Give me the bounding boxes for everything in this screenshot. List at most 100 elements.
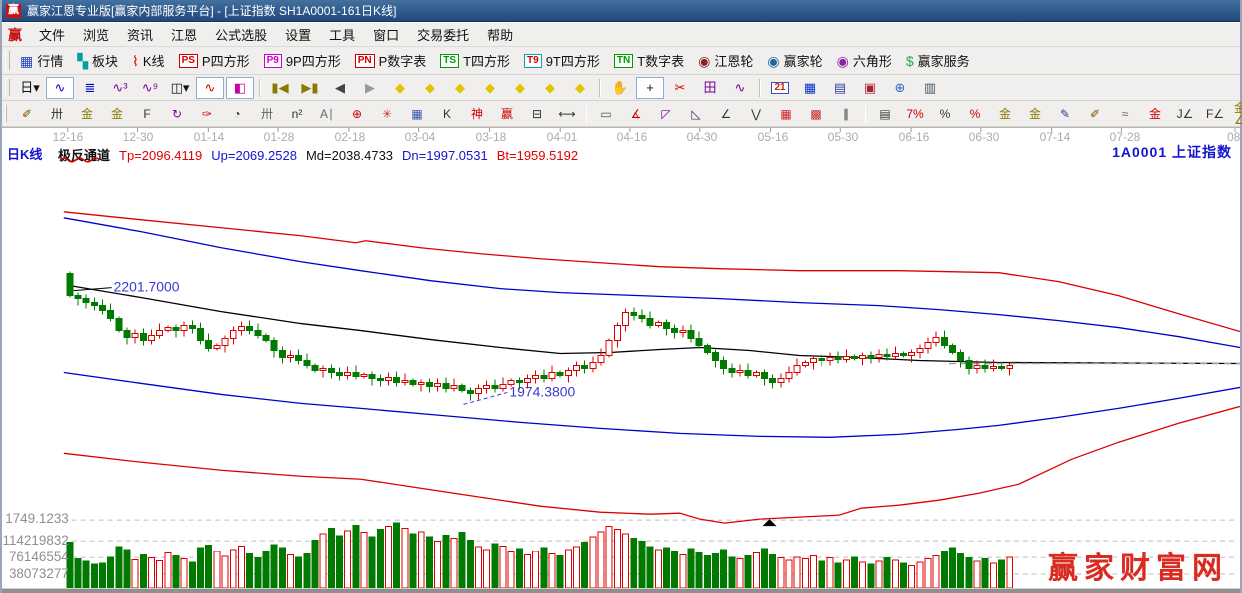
fibonacci-lines-button[interactable]: F — [133, 103, 161, 125]
mirror-line-button[interactable]: A∣ — [313, 103, 341, 125]
quotes-icon: ▦ — [20, 54, 33, 68]
page-back-button[interactable]: ◀ — [326, 77, 354, 99]
menu-item-1[interactable]: 浏览 — [74, 23, 118, 46]
gann-tools-button[interactable]: 田 — [696, 77, 724, 99]
calendar-button[interactable]: 21 — [766, 77, 794, 99]
zigzag-check-button[interactable]: ⋁ — [742, 103, 770, 125]
export-web-button[interactable]: ⊕ — [886, 77, 914, 99]
calculator-button[interactable]: ▦ — [796, 77, 824, 99]
main-wave-button[interactable]: ∿ — [196, 77, 224, 99]
x-axis-ticks — [68, 128, 1235, 132]
red-brush-button[interactable]: ✑ — [193, 103, 221, 125]
menu-item-6[interactable]: 工具 — [320, 23, 364, 46]
fan-lines-button[interactable]: ∡ — [622, 103, 650, 125]
fan-box-button[interactable]: ◸ — [652, 103, 680, 125]
winner-wheel-button[interactable]: ◉赢家轮 — [762, 50, 827, 71]
circle-cross-button[interactable]: ⊕ — [343, 103, 371, 125]
spider-web-button[interactable]: ✳ — [373, 103, 401, 125]
9t-square-button[interactable]: T99T四方形 — [519, 50, 605, 71]
web-grid-button[interactable]: ▦ — [403, 103, 431, 125]
menu-item-0[interactable]: 文件 — [30, 23, 74, 46]
kline-period-button[interactable]: 日▾ — [16, 77, 44, 99]
session-notes-button[interactable]: ▤ — [826, 77, 854, 99]
gold-line-button[interactable]: 金 — [1021, 103, 1049, 125]
span-diamond-button[interactable]: ◆ — [446, 77, 474, 99]
gold-underline-button[interactable]: 金 — [1141, 103, 1169, 125]
save-button[interactable]: ▣ — [856, 77, 884, 99]
draw-brush-button[interactable]: ✐ — [13, 103, 41, 125]
parallel-channel-button[interactable]: ∥ — [832, 103, 860, 125]
quotes-button[interactable]: ▦行情 — [15, 50, 68, 71]
crosshair-tool-button[interactable]: + — [636, 77, 664, 99]
gold-ratio-lines-2-button[interactable]: 金 — [103, 103, 131, 125]
move-right-diamond-button[interactable]: ◆ — [416, 77, 444, 99]
9p-square-button[interactable]: P99P四方形 — [259, 50, 346, 71]
fan-box-filled-button[interactable]: ◺ — [682, 103, 710, 125]
angle-fan-button[interactable]: ∠ — [712, 103, 740, 125]
workstation-button[interactable]: ▥ — [916, 77, 944, 99]
grid-tool-button[interactable]: ▦ — [772, 103, 800, 125]
fan-box-icon: ◸ — [661, 108, 670, 120]
jump-last-button[interactable]: ▶▮ — [296, 77, 324, 99]
chart-canvas[interactable]: 2201.70001974.38001749.12331142198327614… — [2, 128, 1240, 593]
grid-tool-2-button[interactable]: ▩ — [802, 103, 830, 125]
percent-gann-button[interactable]: 7% — [901, 103, 929, 125]
notes-button[interactable]: ≣ — [76, 77, 104, 99]
title-bar[interactable]: 赢 赢家江恩专业版[赢家内部服务平台] - [上证指数 SH1A0001-161… — [2, 0, 1240, 22]
menu-item-9[interactable]: 帮助 — [478, 23, 522, 46]
t-number-table-button[interactable]: TNT数字表 — [609, 50, 689, 71]
time-cycle-button[interactable]: ◔ — [223, 103, 251, 125]
cut-line-tool-button[interactable]: ✂ — [666, 77, 694, 99]
gold-ratio-lines-button[interactable]: 金 — [73, 103, 101, 125]
menu-item-3[interactable]: 江恩 — [162, 23, 206, 46]
date-ruler-button[interactable]: ⊟ — [523, 103, 551, 125]
j-angle-button[interactable]: J∠ — [1171, 103, 1199, 125]
zigzag-wave-button[interactable]: ∿ — [46, 77, 74, 99]
shrink-all-diamond-button[interactable]: ◆ — [536, 77, 564, 99]
marker-pen-button[interactable]: ✎ — [1051, 103, 1079, 125]
candle-style-button[interactable]: ◫▾ — [166, 77, 194, 99]
wave-overlay-button[interactable]: ≈ — [1111, 103, 1139, 125]
t-square-button[interactable]: TST四方形 — [435, 50, 515, 71]
menu-item-2[interactable]: 资讯 — [118, 23, 162, 46]
jump-first-button[interactable]: ▮◀ — [266, 77, 294, 99]
f-angle-button[interactable]: F∠ — [1201, 103, 1229, 125]
sectors-button[interactable]: ▚板块 — [72, 50, 123, 71]
stretch-diamond-button[interactable]: ◆ — [506, 77, 534, 99]
profile-histogram-button[interactable]: ◧ — [226, 77, 254, 99]
kline-marker-button[interactable]: K — [433, 103, 461, 125]
percent-line-button[interactable]: % — [961, 103, 989, 125]
menu-item-4[interactable]: 公式选股 — [206, 23, 276, 46]
p-square-button[interactable]: PSP四方形 — [174, 50, 255, 71]
winner-service-button[interactable]: $赢家服务 — [901, 50, 975, 71]
brush-small-button[interactable]: ✐ — [1081, 103, 1109, 125]
expand-all-diamond-button[interactable]: ◆ — [566, 77, 594, 99]
move-left-diamond-button[interactable]: ◆ — [386, 77, 414, 99]
n-square-button[interactable]: n² — [283, 103, 311, 125]
gann-wheel-button[interactable]: ◉江恩轮 — [693, 50, 758, 71]
spiral-tool-button[interactable]: ↻ — [163, 103, 191, 125]
time-lines-button[interactable]: 卅 — [253, 103, 281, 125]
menu-item-8[interactable]: 交易委托 — [408, 23, 478, 46]
stats-table-button[interactable]: ▤ — [871, 103, 899, 125]
date-ruler-icon: ⊟ — [532, 108, 542, 120]
wave-3-button[interactable]: ∿³ — [106, 77, 134, 99]
width-ruler-button[interactable]: ⟷ — [553, 103, 581, 125]
wave-tools-button[interactable]: ∿ — [726, 77, 754, 99]
gold-circle-button[interactable]: 金 — [991, 103, 1019, 125]
menu-item-7[interactable]: 窗口 — [364, 23, 408, 46]
ying-marker-button[interactable]: 赢 — [493, 103, 521, 125]
gold-angle-button[interactable]: 金∠ — [1231, 103, 1242, 125]
percent-tool-button[interactable]: % — [931, 103, 959, 125]
rect-tool-button[interactable]: ▭ — [592, 103, 620, 125]
vertical-lines-button[interactable]: 卅 — [43, 103, 71, 125]
hexagon-button[interactable]: ◉六角形 — [832, 50, 897, 71]
page-forward-button[interactable]: ▶ — [356, 77, 384, 99]
menu-item-5[interactable]: 设置 — [276, 23, 320, 46]
shen-marker-button[interactable]: 神 — [463, 103, 491, 125]
kline-button[interactable]: ⌇K线 — [127, 50, 170, 71]
p-number-table-button[interactable]: PNP数字表 — [350, 50, 432, 71]
hand-tool-button[interactable]: ✋ — [606, 77, 634, 99]
wave-9-button[interactable]: ∿⁹ — [136, 77, 164, 99]
squeeze-diamond-button[interactable]: ◆ — [476, 77, 504, 99]
